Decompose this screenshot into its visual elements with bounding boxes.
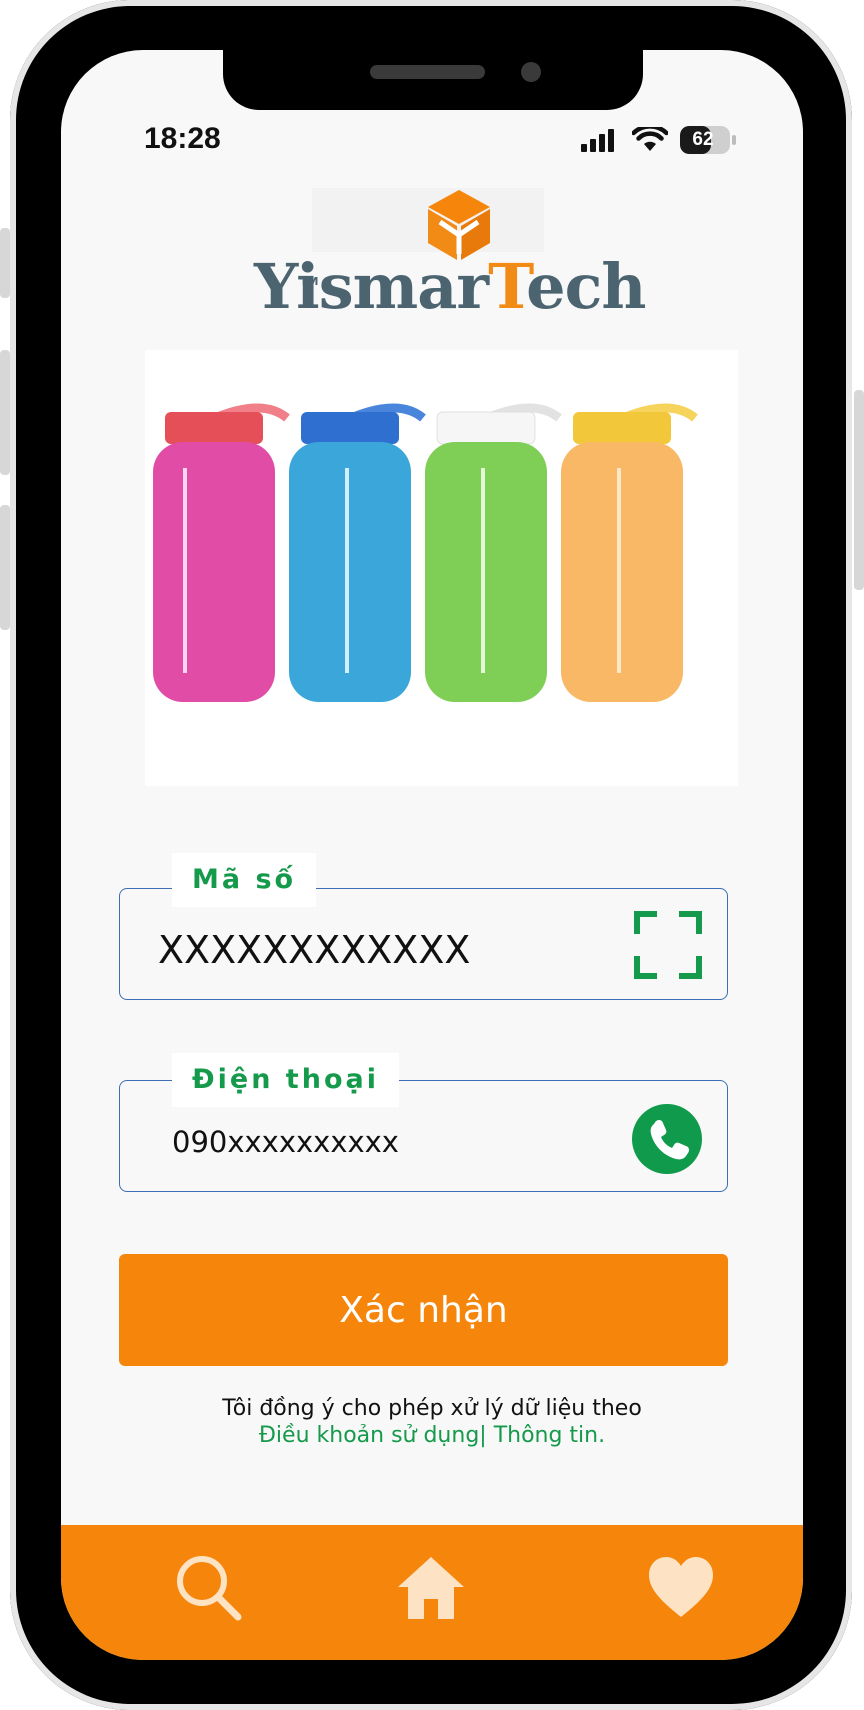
phone-icon[interactable] bbox=[632, 1104, 702, 1174]
wifi-icon bbox=[632, 127, 668, 151]
search-icon[interactable] bbox=[174, 1553, 244, 1623]
bottle-pink bbox=[153, 403, 290, 702]
side-button bbox=[0, 350, 10, 475]
logo-trademark: TM bbox=[300, 275, 319, 288]
terms-link[interactable]: Điều khoản sử dụng| Thông tin. bbox=[0, 1422, 864, 1450]
bottle-blue bbox=[289, 403, 426, 702]
status-icons: 62 bbox=[580, 125, 736, 155]
side-button bbox=[854, 390, 864, 590]
signal-icon bbox=[581, 129, 614, 152]
notch bbox=[223, 50, 643, 110]
consent-text: Tôi đồng ý cho phép xử lý dữ liệu theo bbox=[222, 1396, 642, 1421]
code-field-value[interactable]: XXXXXXXXXXXX bbox=[158, 928, 470, 972]
product-image bbox=[145, 350, 738, 786]
logo-part: ech bbox=[526, 250, 646, 323]
phone-field-label: Điện thoại bbox=[172, 1053, 399, 1107]
home-icon[interactable] bbox=[396, 1553, 466, 1623]
battery-icon: 62 bbox=[680, 126, 730, 154]
heart-icon[interactable] bbox=[646, 1553, 716, 1623]
status-time: 18:28 bbox=[144, 122, 221, 155]
speaker bbox=[370, 65, 485, 79]
side-button bbox=[0, 505, 10, 630]
code-field-label: Mã số bbox=[172, 853, 317, 907]
bottle-orange bbox=[561, 403, 698, 702]
scan-icon[interactable] bbox=[633, 910, 703, 980]
logo-part: T bbox=[488, 250, 527, 323]
confirm-button[interactable]: Xác nhận bbox=[119, 1254, 728, 1366]
bottle-green bbox=[425, 403, 562, 702]
battery-level: 62 bbox=[692, 129, 714, 150]
front-camera bbox=[521, 62, 541, 82]
logo-part: mar bbox=[352, 250, 489, 323]
battery-tip bbox=[732, 135, 736, 145]
bottom-nav bbox=[61, 1525, 803, 1660]
phone-field-value[interactable]: 090xxxxxxxxxx bbox=[172, 1125, 399, 1159]
side-button bbox=[0, 228, 10, 298]
